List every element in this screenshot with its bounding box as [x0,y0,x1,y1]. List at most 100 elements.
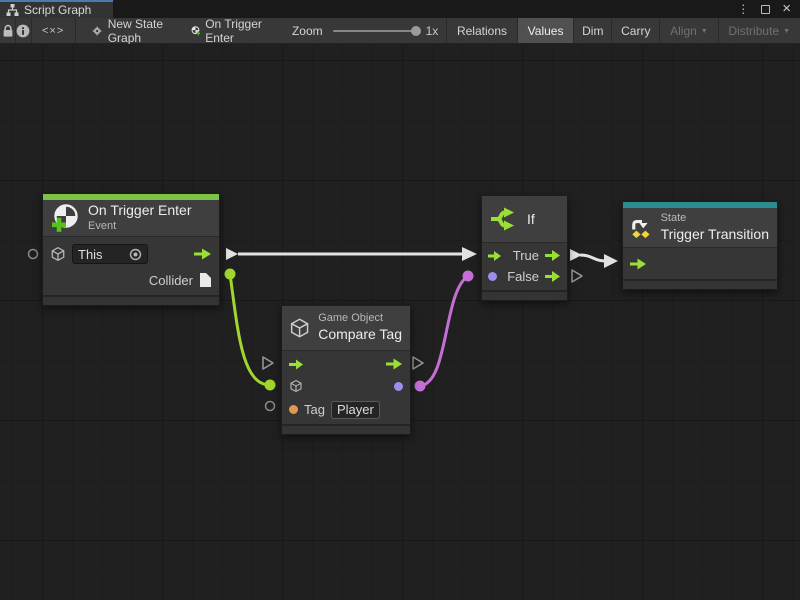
state-transition-icon [630,213,653,243]
lock-button[interactable] [0,18,15,43]
title-bar: Script Graph ⋮ × [0,0,800,18]
wire-value-comparetag-to-if[interactable] [420,276,468,386]
wire-start-arrow[interactable] [226,248,238,260]
node-footer [623,279,777,289]
align-dropdown: Align ▼ [660,18,718,43]
port-hint-tag-input[interactable] [266,402,275,411]
this-target-dropdown[interactable]: This [72,244,148,264]
lock-icon [2,24,14,38]
flow-input-port[interactable] [488,251,502,261]
new-state-graph-label: New State Graph [108,17,167,45]
new-state-graph-button[interactable]: New State Graph [92,17,166,45]
node-header[interactable]: If [482,196,567,242]
port-comparetag-gameobject-input[interactable] [265,380,276,391]
wire-end-arrow [604,254,618,268]
state-graph-icon [92,23,102,39]
relations-toggle[interactable]: Relations [447,18,517,43]
port-row-true: True [482,245,567,266]
node-header[interactable]: Game Object Compare Tag [282,306,410,350]
port-hint-comparetag-flow-in[interactable] [263,357,273,369]
node-footer [282,424,410,434]
port-row-collider: Collider [43,268,219,292]
wire-flow-if-true-to-transition[interactable] [580,255,606,261]
node-port-rows: Tag Player [282,350,410,422]
condition-input-port[interactable] [488,272,497,281]
node-title: Compare Tag [318,326,402,344]
graph-canvas[interactable]: On Trigger Enter Event This [0,44,800,600]
port-collider-output[interactable] [225,269,236,280]
false-label: False [507,269,539,284]
port-row-tag: Tag Player [282,397,410,422]
port-row-gameobject [282,375,410,397]
flow-output-port[interactable] [386,358,403,370]
gameobject-input-icon[interactable] [289,379,303,393]
graph-toolbar: <×> New State Graph On Trigger Enter Zoo… [0,18,800,44]
zoom-value: 1x [426,24,439,38]
wire-value-collider-to-comparetag[interactable] [230,274,270,385]
node-trigger-transition[interactable]: State Trigger Transition [622,201,778,290]
values-label: Values [528,24,564,38]
event-reference-button[interactable]: On Trigger Enter [191,17,262,45]
collider-output-label: Collider [149,273,193,288]
distribute-label: Distribute [728,24,779,38]
node-footer [482,290,567,300]
true-flow-output-port[interactable] [545,250,561,261]
node-header[interactable]: State Trigger Transition [623,208,777,247]
on-trigger-enter-icon [50,203,80,233]
node-header[interactable]: On Trigger Enter Event [43,200,219,236]
node-title: Trigger Transition [661,226,769,244]
tag-value: Player [337,402,374,417]
node-compare-tag[interactable]: Game Object Compare Tag [281,305,411,435]
align-label: Align [670,24,697,38]
port-row-flow-in [623,250,777,277]
window-controls: ⋮ × [737,0,800,18]
port-hint-if-false-out[interactable] [572,270,582,282]
node-title: If [527,211,535,227]
zoom-slider-handle[interactable] [411,26,421,36]
bool-output-port[interactable] [394,382,403,391]
node-port-rows: This Collider [43,236,219,292]
target-picker-icon[interactable] [129,248,142,261]
flow-input-port[interactable] [630,258,647,270]
gameobject-cube-icon [50,246,66,262]
window-menu-icon[interactable]: ⋮ [737,3,749,15]
zoom-slider[interactable] [333,30,417,32]
tag-input-port[interactable] [289,405,298,414]
maximize-icon[interactable] [761,5,770,14]
zoom-label: Zoom [292,24,323,38]
event-reference-label: On Trigger Enter [205,17,262,45]
false-flow-output-port[interactable] [545,271,561,282]
flow-input-port[interactable] [289,359,304,370]
true-label: True [513,248,539,263]
node-if[interactable]: If True False [481,195,568,301]
close-icon[interactable]: × [782,1,791,16]
if-branch-icon [489,204,519,234]
collider-doc-icon [199,272,212,288]
event-icon-small [191,23,201,38]
port-hint-comparetag-flow-out[interactable] [413,357,423,369]
tag-label: Tag [304,402,325,417]
node-footer [43,295,219,305]
carry-label: Carry [621,24,650,38]
carry-toggle[interactable]: Carry [612,18,659,43]
dim-toggle[interactable]: Dim [574,18,611,43]
port-if-condition-input[interactable] [463,271,474,282]
chevron-down-icon: ▼ [701,28,708,35]
node-on-trigger-enter[interactable]: On Trigger Enter Event This [42,193,220,306]
values-toggle[interactable]: Values [518,18,574,43]
chevron-down-icon: ▼ [783,28,790,35]
code-preview-button[interactable]: <×> [32,18,75,43]
zoom-control: Zoom 1x [292,24,438,38]
node-title: On Trigger Enter [88,202,192,220]
port-comparetag-result-output[interactable] [415,381,426,392]
tag-value-field[interactable]: Player [331,401,380,419]
port-row-this: This [43,240,219,268]
flow-output-port[interactable] [194,248,212,260]
wire-start-arrow[interactable] [570,249,582,261]
port-hint-this-input[interactable] [29,250,38,259]
tab-label: Script Graph [24,3,91,17]
dim-label: Dim [582,24,603,38]
info-button[interactable] [16,18,31,43]
code-icon: <×> [42,25,64,37]
tab-script-graph[interactable]: Script Graph [0,0,113,18]
